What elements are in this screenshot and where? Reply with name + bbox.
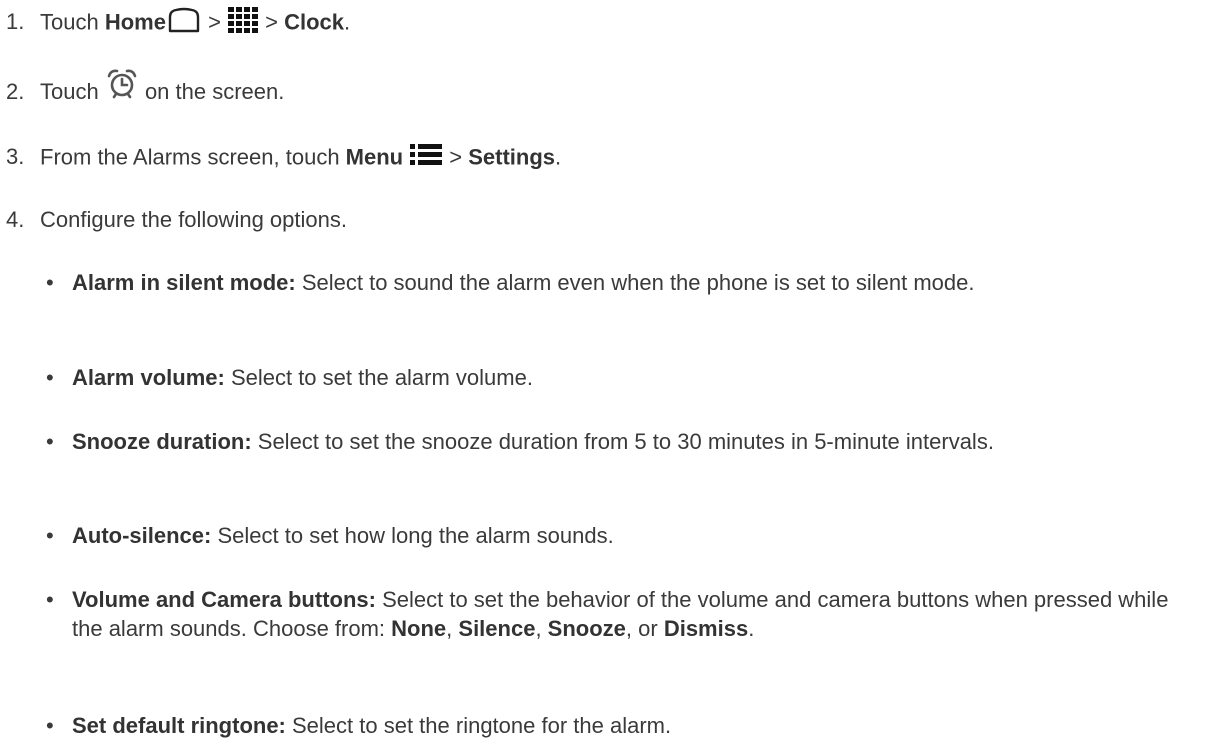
punctuation: . (344, 9, 351, 35)
step-2: 2. Touch on the screen. (0, 69, 285, 107)
step-4: 4. Configure the following options. (0, 206, 347, 234)
separator: > (443, 144, 469, 170)
bullet: • (46, 713, 54, 738)
step-text: From the Alarms screen, touch (40, 144, 346, 170)
option-term: Set default ringtone: (72, 713, 286, 738)
help-page: 1. Touch Home > > Clock. 2. Touch on the s… (0, 0, 1219, 754)
option-desc: Select to sound the alarm even when the … (295, 270, 975, 295)
clock-label: Clock (284, 9, 345, 35)
choice-silence: Silence (458, 616, 536, 641)
step-text-end: on the screen. (138, 79, 285, 104)
option-text: Snooze duration: Select to set the snooz… (72, 427, 1192, 456)
step-number: 3. (6, 144, 25, 170)
step-text: Configure the following options. (40, 207, 347, 232)
option-desc: Select to set the snooze duration from 5… (251, 429, 994, 454)
separator: , (446, 616, 459, 641)
separator: , (535, 616, 548, 641)
option-term: Auto-silence: (72, 523, 212, 548)
menu-label: Menu (345, 144, 404, 170)
option-alarm-in-silent-mode: • Alarm in silent mode: Select to sound … (46, 268, 1192, 297)
separator: > (201, 9, 228, 35)
settings-label: Settings (468, 144, 555, 170)
option-term: Alarm volume: (72, 365, 225, 390)
step-text: Touch (40, 79, 105, 104)
option-auto-silence: • Auto-silence: Select to set how long t… (46, 521, 1192, 550)
option-desc: Select to set how long the alarm sounds. (211, 523, 614, 548)
menu-list-icon (409, 142, 443, 175)
home-outline-icon (166, 7, 202, 40)
choice-none: None (391, 616, 447, 641)
step-3: 3. From the Alarms screen, touch Menu > S… (0, 142, 561, 175)
home-label: Home (104, 9, 166, 35)
option-text: Alarm volume: Select to set the alarm vo… (72, 363, 1192, 392)
step-number: 2. (6, 79, 25, 104)
bullet: • (46, 270, 54, 295)
option-desc: Select to set the alarm volume. (224, 365, 533, 390)
option-set-default-ringtone: • Set default ringtone: Select to set th… (46, 711, 1192, 740)
step-number: 1. (6, 9, 25, 35)
punctuation: . (555, 144, 562, 170)
option-alarm-volume: • Alarm volume: Select to set the alarm … (46, 363, 1192, 392)
option-snooze-duration: • Snooze duration: Select to set the sno… (46, 427, 1192, 456)
option-term: Alarm in silent mode: (72, 270, 296, 295)
bullet: • (46, 587, 54, 612)
step-1: 1. Touch Home > > Clock. (0, 6, 350, 41)
option-volume-and-camera-buttons: • Volume and Camera buttons: Select to s… (46, 585, 1192, 643)
bullet: • (46, 429, 54, 454)
option-text: Volume and Camera buttons: Select to set… (72, 585, 1192, 643)
option-term: Volume and Camera buttons: (72, 587, 376, 612)
punctuation: . (748, 616, 755, 641)
step-number: 4. (6, 207, 25, 232)
option-text: Set default ringtone: Select to set the … (72, 711, 1192, 740)
option-desc: Select to set the ringtone for the alarm… (285, 713, 672, 738)
option-text: Alarm in silent mode: Select to sound th… (72, 268, 1192, 297)
bullet: • (46, 365, 54, 390)
apps-grid-icon (227, 6, 259, 41)
choice-snooze: Snooze (547, 616, 626, 641)
step-text: Touch (40, 9, 105, 35)
option-term: Snooze duration: (72, 429, 252, 454)
choice-dismiss: Dismiss (663, 616, 749, 641)
option-text: Auto-silence: Select to set how long the… (72, 521, 1192, 550)
bullet: • (46, 523, 54, 548)
separator: > (259, 9, 285, 35)
alarm-clock-icon (105, 68, 139, 107)
separator: , or (625, 616, 664, 641)
